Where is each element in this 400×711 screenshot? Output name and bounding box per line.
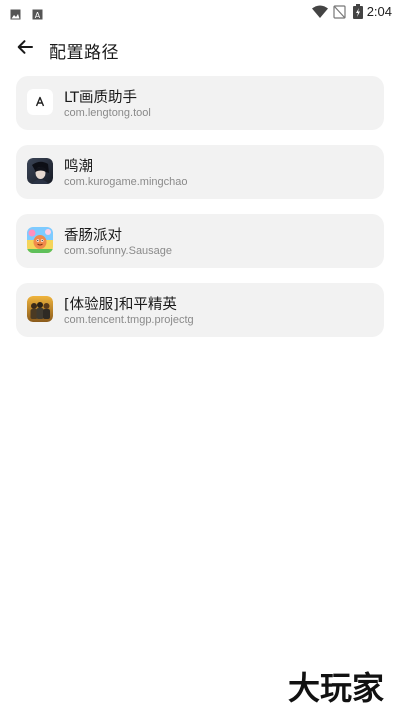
- app-package: com.sofunny.Sausage: [64, 245, 173, 257]
- svg-text:A: A: [35, 11, 41, 20]
- back-button[interactable]: [12, 36, 38, 62]
- list-item[interactable]: 香肠派对 com.sofunny.Sausage: [16, 214, 384, 268]
- no-signal-icon: [333, 4, 346, 23]
- pubg-app-icon: [27, 296, 53, 322]
- font-icon: A: [32, 5, 43, 20]
- app-name: 鸣潮: [64, 159, 93, 175]
- battery-charging-icon: [353, 4, 363, 23]
- app-name: [体验服]和平精英: [64, 297, 177, 313]
- mingchao-app-icon: [27, 158, 53, 184]
- status-bar: A 2:04: [0, 0, 400, 24]
- app-list: LT画质助手 com.lengtong.tool 鸣潮 com.kurogame…: [16, 76, 384, 352]
- wifi-icon: [312, 4, 328, 23]
- app-name: 香肠派对: [64, 228, 122, 244]
- status-time: 2:04: [366, 4, 392, 19]
- watermark-text: 大玩家: [288, 669, 384, 707]
- app-bar: 配置路径: [0, 30, 400, 70]
- list-item[interactable]: [体验服]和平精英 com.tencent.tmgp.projectg: [16, 283, 384, 337]
- list-item[interactable]: LT画质助手 com.lengtong.tool: [16, 76, 384, 130]
- app-name: LT画质助手: [64, 90, 137, 106]
- app-package: com.lengtong.tool: [64, 107, 151, 119]
- gallery-icon: [10, 5, 21, 20]
- app-package: com.tencent.tmgp.projectg: [64, 314, 194, 326]
- watermark-logo: 大玩家: [276, 667, 396, 707]
- page-title: 配置路径: [49, 43, 119, 63]
- list-item[interactable]: 鸣潮 com.kurogame.mingchao: [16, 145, 384, 199]
- sausage-app-icon: [27, 227, 53, 253]
- arrow-left-icon: [16, 38, 34, 60]
- app-package: com.kurogame.mingchao: [64, 176, 188, 188]
- lt-app-icon: [27, 89, 53, 115]
